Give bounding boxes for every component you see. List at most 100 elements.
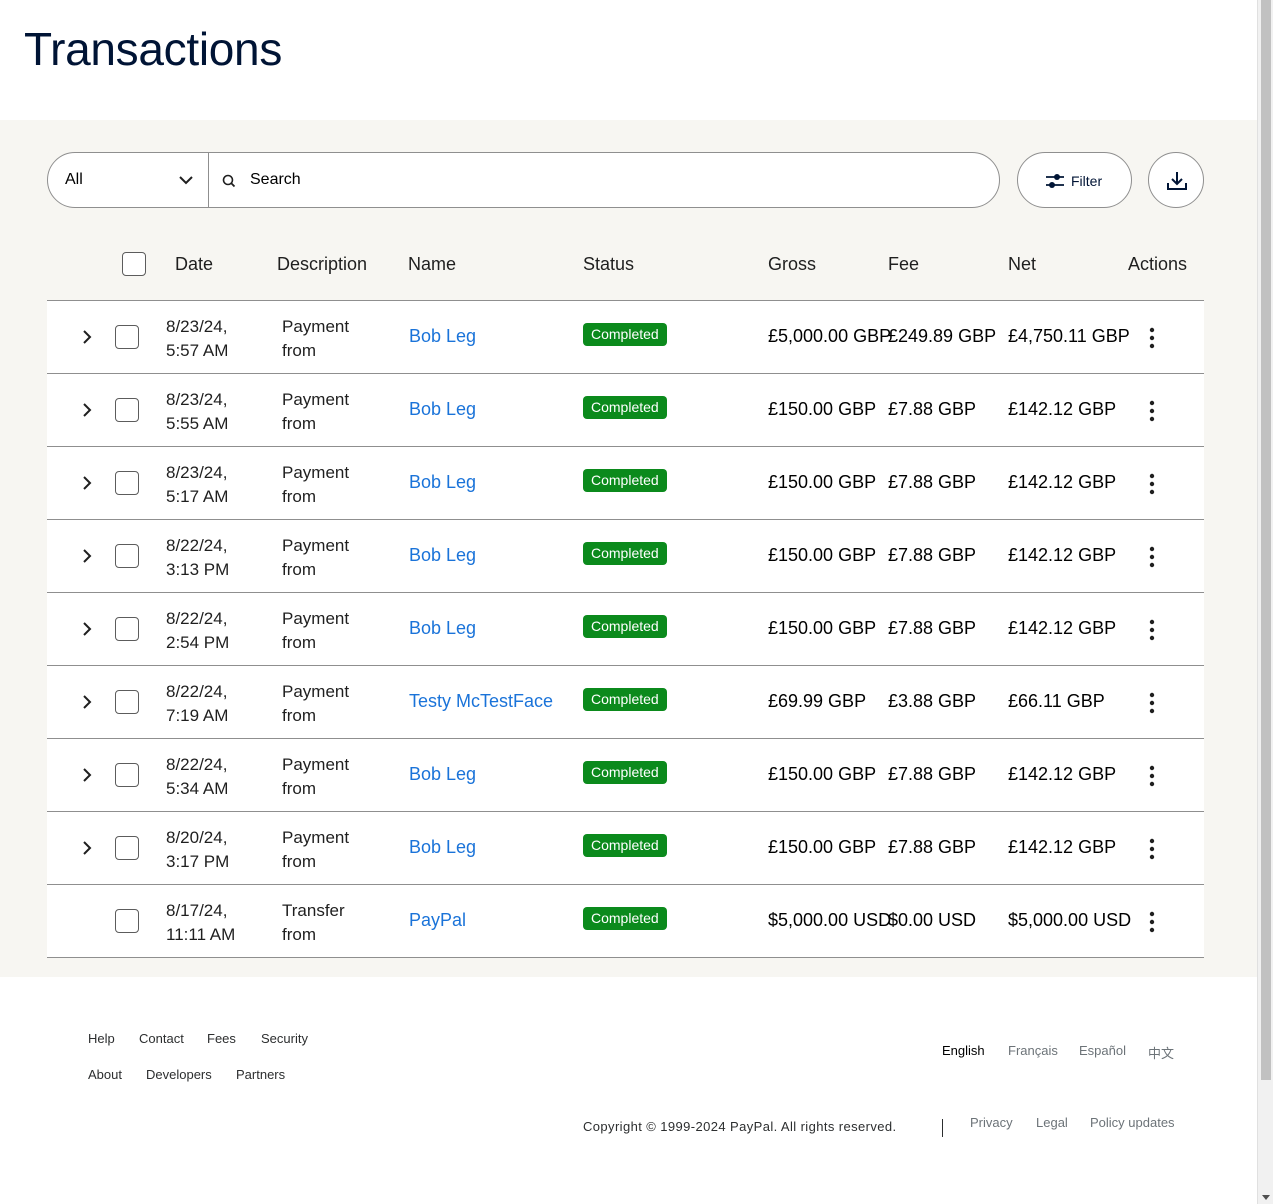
more-actions-icon[interactable] bbox=[1147, 546, 1157, 568]
table-row[interactable]: 8/22/24, 5:34 AM Payment from Bob Leg Complet… bbox=[47, 739, 1204, 812]
chevron-right-icon[interactable] bbox=[80, 840, 94, 856]
scroll-down-arrow-icon[interactable] bbox=[1262, 1195, 1270, 1200]
copyright: Copyright © 1999-2024 PayPal. All rights… bbox=[583, 1119, 897, 1134]
vertical-scrollbar[interactable] bbox=[1257, 0, 1273, 1204]
row-gross: £150.00 GBP bbox=[768, 837, 877, 857]
row-description: Payment from bbox=[282, 682, 350, 725]
more-actions-icon[interactable] bbox=[1147, 400, 1157, 422]
table-row[interactable]: 8/17/24, 11:11 AM Transfer from PayPal Comple… bbox=[47, 885, 1204, 958]
table-row[interactable]: 8/22/24, 2:54 PM Payment from Bob Leg Complet… bbox=[47, 593, 1204, 666]
header-fee: Fee bbox=[888, 254, 920, 274]
row-checkbox[interactable] bbox=[115, 836, 139, 860]
row-name-link[interactable]: Testy McTestFace bbox=[409, 691, 553, 712]
row-date: 8/22/24, 5:34 AM bbox=[166, 755, 229, 798]
more-actions-icon[interactable] bbox=[1147, 692, 1157, 714]
footer-link-security[interactable]: Security bbox=[261, 1031, 308, 1046]
more-actions-icon[interactable] bbox=[1147, 838, 1157, 860]
status-badge: Completed bbox=[583, 907, 667, 930]
header-date: Date bbox=[175, 254, 214, 274]
more-actions-icon[interactable] bbox=[1147, 327, 1157, 349]
row-fee: £7.88 GBP bbox=[888, 837, 977, 857]
language-english[interactable]: English bbox=[942, 1043, 985, 1058]
chevron-right-icon[interactable] bbox=[80, 767, 94, 783]
row-checkbox[interactable] bbox=[115, 909, 139, 933]
footer-link-contact[interactable]: Contact bbox=[139, 1031, 184, 1046]
row-name-link[interactable]: PayPal bbox=[409, 910, 466, 931]
footer-link-policy-updates[interactable]: Policy updates bbox=[1090, 1115, 1175, 1130]
header-actions: Actions bbox=[1128, 254, 1188, 274]
language-chinese[interactable]: 中文 bbox=[1148, 1043, 1174, 1062]
row-name-link[interactable]: Bob Leg bbox=[409, 326, 476, 347]
footer-link-privacy[interactable]: Privacy bbox=[970, 1115, 1013, 1130]
row-fee: £7.88 GBP bbox=[888, 399, 977, 419]
row-checkbox[interactable] bbox=[115, 617, 139, 641]
chevron-right-icon[interactable] bbox=[80, 475, 94, 491]
scrollbar-thumb[interactable] bbox=[1261, 0, 1271, 1080]
divider bbox=[942, 1119, 943, 1137]
footer-link-about[interactable]: About bbox=[88, 1067, 122, 1082]
row-checkbox[interactable] bbox=[115, 325, 139, 349]
row-date: 8/22/24, 7:19 AM bbox=[166, 682, 229, 725]
row-date: 8/22/24, 2:54 PM bbox=[166, 609, 230, 652]
table-row[interactable]: 8/23/24, 5:57 AM Payment from Bob Leg Complet… bbox=[47, 301, 1204, 374]
more-actions-icon[interactable] bbox=[1147, 473, 1157, 495]
header-status: Status bbox=[583, 254, 635, 274]
row-checkbox[interactable] bbox=[115, 544, 139, 568]
row-description: Payment from bbox=[282, 828, 350, 871]
row-net: £142.12 GBP bbox=[1008, 618, 1117, 638]
row-net: £142.12 GBP bbox=[1008, 399, 1117, 419]
row-name-link[interactable]: Bob Leg bbox=[409, 837, 476, 858]
filter-button[interactable]: Filter bbox=[1017, 152, 1132, 208]
row-fee: £7.88 GBP bbox=[888, 545, 977, 565]
row-name-link[interactable]: Bob Leg bbox=[409, 545, 476, 566]
header-name: Name bbox=[408, 254, 457, 274]
row-description: Payment from bbox=[282, 317, 350, 360]
row-name-link[interactable]: Bob Leg bbox=[409, 764, 476, 785]
chevron-right-icon[interactable] bbox=[80, 329, 94, 345]
search-input[interactable]: Search bbox=[209, 153, 999, 207]
language-spanish[interactable]: Español bbox=[1079, 1043, 1126, 1058]
row-gross: £150.00 GBP bbox=[768, 618, 877, 638]
row-checkbox[interactable] bbox=[115, 398, 139, 422]
footer-link-developers[interactable]: Developers bbox=[146, 1067, 212, 1082]
footer-link-fees[interactable]: Fees bbox=[207, 1031, 236, 1046]
row-description: Payment from bbox=[282, 390, 350, 433]
footer-link-help[interactable]: Help bbox=[88, 1031, 115, 1046]
row-name-link[interactable]: Bob Leg bbox=[409, 618, 476, 639]
table-row[interactable]: 8/23/24, 5:17 AM Payment from Bob Leg Complet… bbox=[47, 447, 1204, 520]
more-actions-icon[interactable] bbox=[1147, 765, 1157, 787]
row-description: Payment from bbox=[282, 609, 350, 652]
footer-link-legal[interactable]: Legal bbox=[1036, 1115, 1068, 1130]
chevron-right-icon[interactable] bbox=[80, 548, 94, 564]
row-name-link[interactable]: Bob Leg bbox=[409, 472, 476, 493]
chevron-right-icon[interactable] bbox=[80, 402, 94, 418]
select-all-checkbox[interactable] bbox=[122, 252, 146, 276]
footer-link-partners[interactable]: Partners bbox=[236, 1067, 285, 1082]
row-net: £142.12 GBP bbox=[1008, 764, 1117, 784]
row-net: £142.12 GBP bbox=[1008, 837, 1117, 857]
download-button[interactable] bbox=[1148, 152, 1204, 208]
row-fee: £249.89 GBP bbox=[888, 326, 997, 346]
more-actions-icon[interactable] bbox=[1147, 911, 1157, 933]
more-actions-icon[interactable] bbox=[1147, 619, 1157, 641]
footer: Help Contact Fees Security About Develop… bbox=[0, 977, 1257, 1204]
table-row[interactable]: 8/22/24, 7:19 AM Payment from Testy McTestFa… bbox=[47, 666, 1204, 739]
row-name-link[interactable]: Bob Leg bbox=[409, 399, 476, 420]
status-badge: Completed bbox=[583, 542, 667, 565]
chevron-right-icon[interactable] bbox=[80, 621, 94, 637]
row-fee: £3.88 GBP bbox=[888, 691, 977, 711]
language-french[interactable]: Français bbox=[1008, 1043, 1058, 1058]
table-row[interactable]: 8/23/24, 5:55 AM Payment from Bob Leg Complet… bbox=[47, 374, 1204, 447]
header-gross: Gross bbox=[768, 254, 817, 274]
table-row[interactable]: 8/22/24, 3:13 PM Payment from Bob Leg Complet… bbox=[47, 520, 1204, 593]
row-checkbox[interactable] bbox=[115, 471, 139, 495]
row-checkbox[interactable] bbox=[115, 690, 139, 714]
chevron-down-icon bbox=[179, 176, 193, 185]
status-badge: Completed bbox=[583, 834, 667, 857]
table-row[interactable]: 8/20/24, 3:17 PM Payment from Bob Leg Complet… bbox=[47, 812, 1204, 885]
type-select[interactable]: All bbox=[48, 153, 209, 207]
chevron-right-icon[interactable] bbox=[80, 694, 94, 710]
row-checkbox[interactable] bbox=[115, 763, 139, 787]
row-net: £66.11 GBP bbox=[1008, 691, 1105, 711]
header-description: Description bbox=[277, 254, 368, 274]
